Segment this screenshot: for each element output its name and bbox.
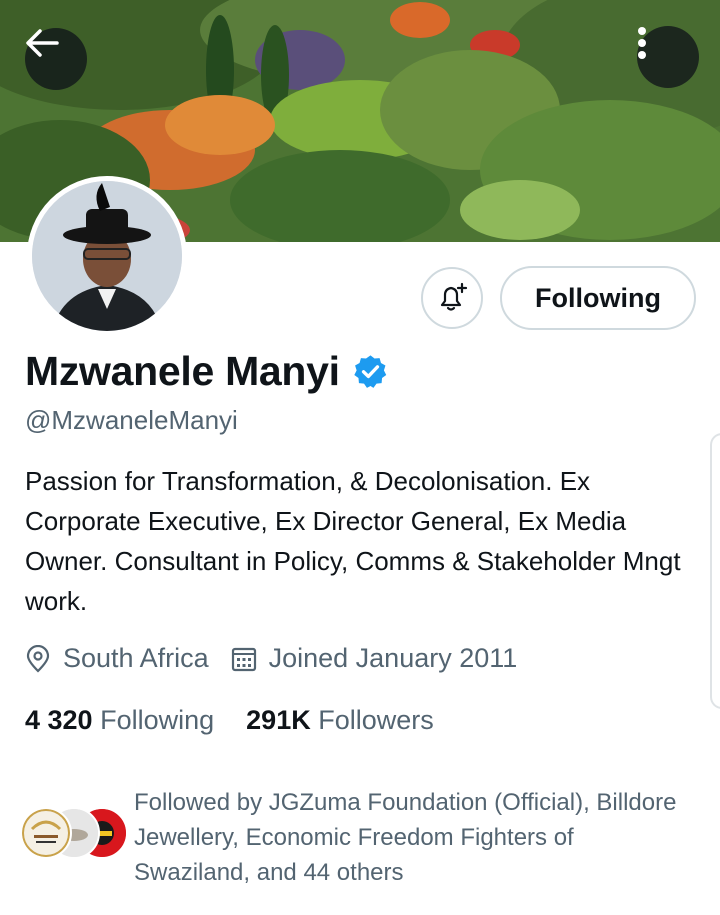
arrow-left-icon [26, 29, 59, 57]
profile-handle: @MzwaneleManyi [25, 405, 238, 435]
following-stat-link[interactable]: 4 320 Following [25, 705, 214, 736]
profile-stats: 4 320 Following 291K Followers [25, 705, 466, 736]
profile-avatar[interactable] [27, 176, 187, 336]
more-options-button[interactable] [637, 26, 699, 88]
avatar-photo [32, 181, 182, 331]
location-pin-icon [26, 644, 50, 673]
following-count: 4 320 [25, 705, 93, 735]
verified-badge-icon [354, 355, 387, 388]
followers-stat-label: Followers [318, 705, 434, 735]
profile-meta: South Africa Joined January 2011 [25, 643, 539, 674]
profile-name-row: Mzwanele Manyi [25, 348, 389, 395]
location-item: South Africa [25, 643, 209, 674]
bell-plus-icon [440, 282, 468, 311]
vertical-dots-icon [638, 27, 646, 59]
following-stat-label: Following [100, 705, 215, 735]
calendar-icon [231, 647, 256, 671]
back-button[interactable] [25, 28, 87, 90]
joined-text: Joined January 2011 [268, 643, 518, 673]
mutual-avatar [20, 807, 72, 859]
followers-count: 291K [246, 705, 311, 735]
notifications-button[interactable] [421, 267, 483, 329]
mutual-followers-avatars [20, 807, 130, 859]
following-button[interactable]: Following [500, 266, 696, 330]
scroll-handle[interactable] [710, 433, 720, 709]
location-text: South Africa [63, 643, 209, 673]
followers-stat-link[interactable]: 291K Followers [246, 705, 434, 736]
followed-by-text: Followed by JGZuma Foundation (Official)… [134, 789, 677, 886]
joined-item: Joined January 2011 [231, 643, 518, 674]
profile-bio: Passion for Transformation, & Decolonisa… [25, 466, 681, 616]
profile-name: Mzwanele Manyi [25, 348, 340, 394]
